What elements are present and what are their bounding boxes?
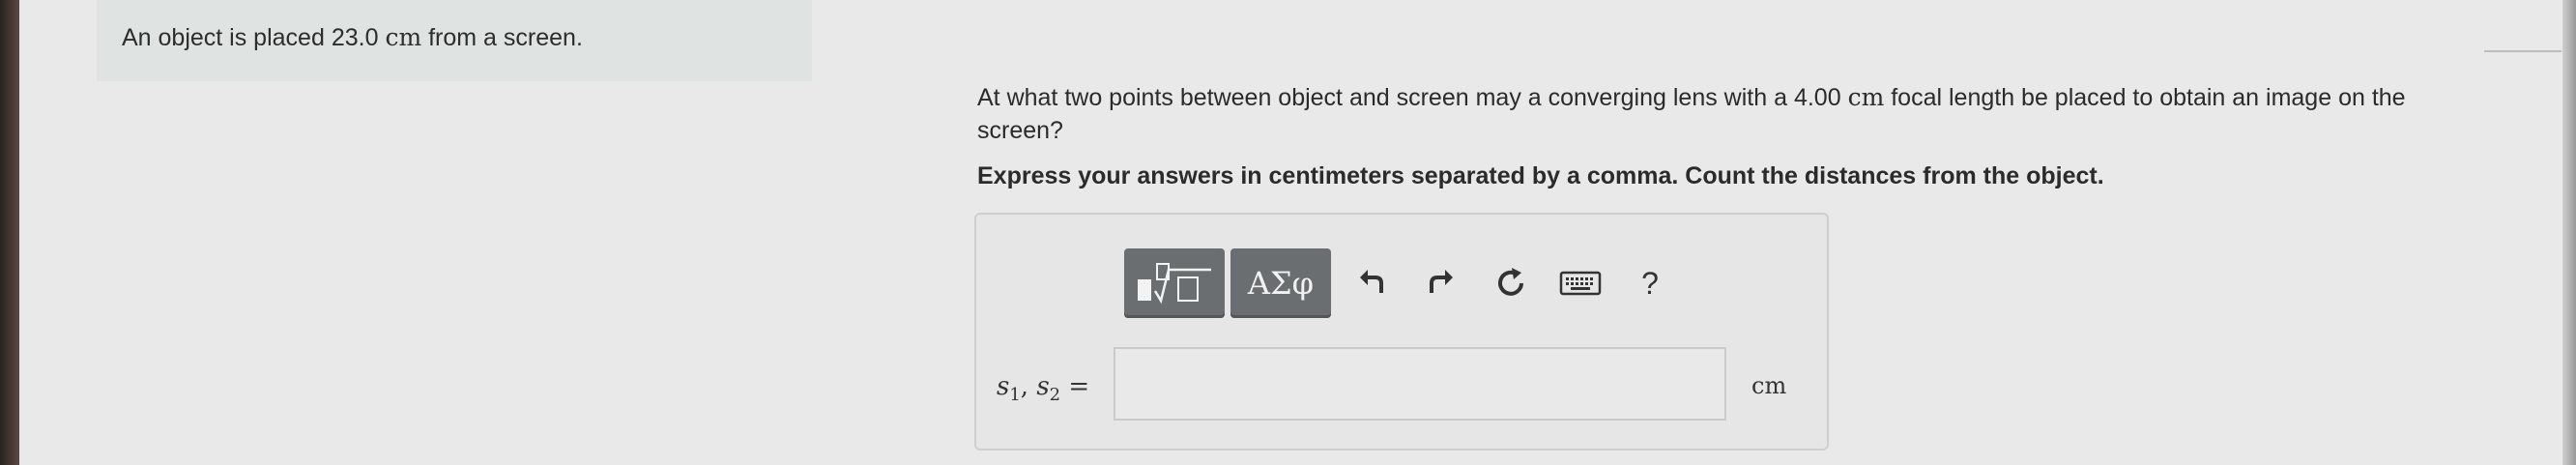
math-toolbar: ΑΣφ ? bbox=[1124, 248, 1685, 318]
right-bezel bbox=[2562, 0, 2576, 465]
reset-button[interactable] bbox=[1476, 248, 1546, 318]
undo-button[interactable] bbox=[1337, 248, 1406, 318]
help-button[interactable]: ? bbox=[1615, 248, 1685, 318]
help-label: ? bbox=[1641, 265, 1659, 301]
answer-instruction: Express your answers in centimeters sepa… bbox=[977, 162, 2104, 189]
undo-icon bbox=[1360, 270, 1383, 293]
templates-button[interactable] bbox=[1124, 248, 1225, 318]
keyboard-button[interactable] bbox=[1546, 248, 1615, 318]
keyboard-icon bbox=[1559, 271, 1602, 296]
reset-icon bbox=[1498, 268, 1523, 296]
left-bezel bbox=[0, 0, 19, 465]
templates-icon bbox=[1138, 263, 1211, 305]
redo-icon bbox=[1430, 270, 1453, 293]
answer-input[interactable] bbox=[1114, 347, 1726, 421]
greek-symbols-label: ΑΣφ bbox=[1247, 265, 1315, 302]
answer-variable-label: s1, s2 = bbox=[997, 372, 1090, 406]
question-text: At what two points between object and sc… bbox=[977, 83, 2406, 144]
problem-intro-box: An object is placed 23.0 cm from a scree… bbox=[97, 0, 812, 81]
symbols-button[interactable]: ΑΣφ bbox=[1230, 248, 1331, 318]
problem-intro-text: An object is placed 23.0 cm from a scree… bbox=[122, 23, 583, 51]
answer-unit: cm bbox=[1751, 372, 1787, 399]
divider bbox=[2484, 50, 2562, 52]
redo-button[interactable] bbox=[1406, 248, 1476, 318]
